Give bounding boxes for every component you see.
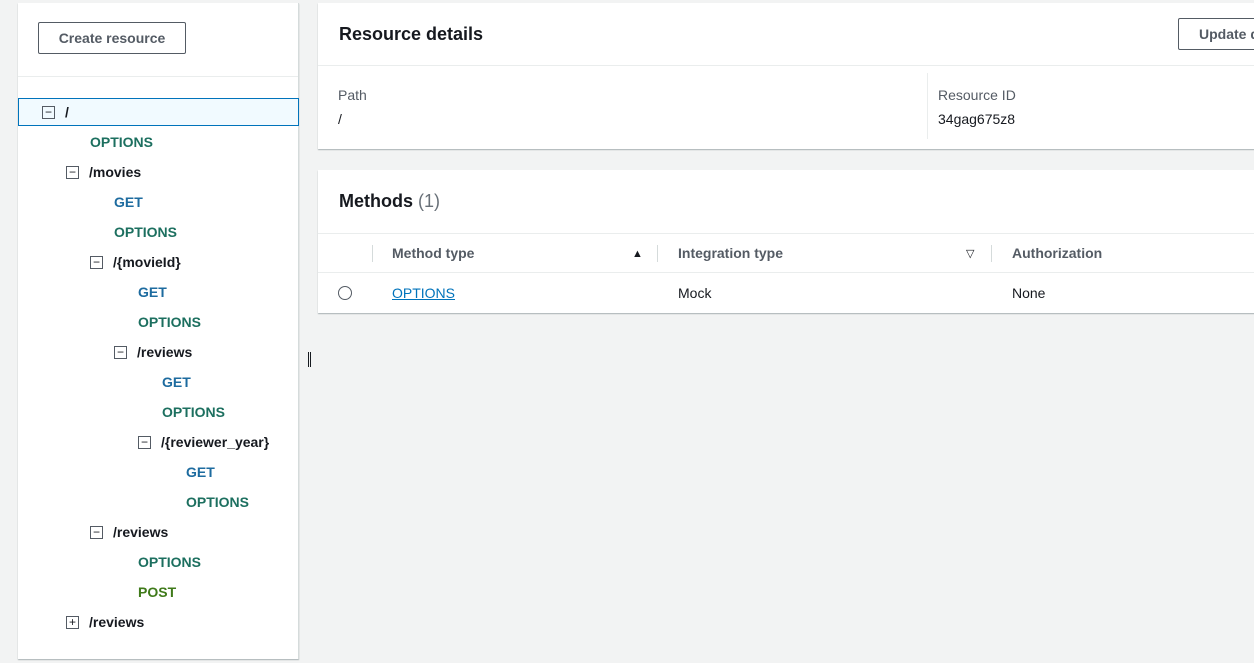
tree-method-10[interactable]: OPTIONS (162, 397, 225, 427)
collapse-icon[interactable]: − (90, 255, 103, 269)
tree-resource-label: /{movieId} (113, 254, 181, 270)
tree-resource-14[interactable]: −/reviews (90, 517, 168, 547)
tree-method-label: GET (162, 374, 191, 390)
collapse-icon[interactable]: − (138, 435, 151, 449)
tree-resource-label: / (65, 104, 69, 120)
tree-resource-5[interactable]: −/{movieId} (90, 247, 181, 277)
resource-tree-panel: Create resource − / OPTIONS −/movies GET OPTI… (18, 3, 311, 659)
tree-resource-label: /reviews (89, 614, 145, 630)
method-type-link[interactable]: OPTIONS (392, 285, 455, 301)
tree-resource-8[interactable]: −/reviews (114, 337, 192, 367)
tree-method-13[interactable]: OPTIONS (186, 487, 249, 517)
integration-type-cell: Mock (678, 285, 712, 301)
tree-method-label: OPTIONS (90, 134, 154, 150)
tree-method-4[interactable]: OPTIONS (114, 217, 177, 247)
collapse-icon[interactable]: − (66, 165, 79, 179)
collapse-icon[interactable]: − (114, 345, 127, 359)
resource-details-title: Resource details (339, 24, 484, 44)
tree-method-7[interactable]: OPTIONS (138, 307, 201, 337)
tree-method-3[interactable]: GET (114, 187, 143, 217)
tree-method-label: OPTIONS (138, 554, 202, 570)
tree-method-label: POST (138, 584, 177, 600)
collapse-icon[interactable]: − (90, 525, 103, 539)
create-resource-button[interactable]: Create resource (38, 22, 186, 54)
path-label: Path (338, 87, 367, 103)
column-header-integration-type[interactable]: Integration type (678, 245, 783, 261)
method-row-radio[interactable] (338, 286, 352, 300)
tree-resource-2[interactable]: −/movies (66, 157, 141, 187)
column-header-authorization[interactable]: Authorization (1012, 245, 1102, 261)
tree-method-9[interactable]: GET (162, 367, 191, 397)
tree-method-label: OPTIONS (138, 314, 202, 330)
tree-method-1[interactable]: OPTIONS (90, 127, 153, 157)
methods-count: (1) (418, 191, 441, 211)
column-separator (372, 245, 373, 262)
tree-resource-11[interactable]: −/{reviewer_year} (138, 427, 269, 457)
tree-resource-label: /reviews (137, 344, 193, 360)
tree-method-15[interactable]: OPTIONS (138, 547, 201, 577)
tree-resource-0[interactable]: − / (18, 98, 299, 126)
tree-method-12[interactable]: GET (186, 457, 215, 487)
tree-resource-label: /reviews (113, 524, 169, 540)
details-divider (927, 73, 928, 139)
methods-header: Methods (1) (318, 170, 1254, 233)
methods-card: Methods (1) Method type ▲ Integration ty… (318, 170, 1254, 313)
sort-icon[interactable]: ▽ (966, 247, 974, 260)
tree-resource-label: /{reviewer_year} (161, 434, 270, 450)
tree-method-label: OPTIONS (186, 494, 250, 510)
resource-id-label: Resource ID (938, 87, 1016, 103)
tree-method-label: GET (114, 194, 143, 210)
collapse-icon[interactable]: − (42, 105, 55, 119)
expand-icon[interactable]: + (66, 615, 79, 629)
tree-resource-17[interactable]: + /reviews (66, 607, 144, 637)
methods-title: Methods (1) (339, 191, 440, 212)
update-documentation-button[interactable]: Update d (1178, 18, 1254, 50)
methods-title-text: Methods (339, 191, 413, 211)
resource-details-card: Resource details Update d Path / Resourc… (318, 3, 1254, 149)
resource-details-header: Resource details Update d (318, 3, 1254, 66)
authorization-cell: None (1012, 285, 1046, 301)
path-value: / (338, 111, 342, 127)
panel-resize-handle[interactable] (308, 352, 311, 367)
column-separator (991, 245, 992, 262)
tree-method-label: OPTIONS (114, 224, 178, 240)
sort-ascending-icon[interactable]: ▲ (632, 248, 643, 260)
tree-resource-label: /movies (89, 164, 142, 180)
tree-method-label: GET (186, 464, 215, 480)
tree-method-6[interactable]: GET (138, 277, 167, 307)
tree-method-16[interactable]: POST (138, 577, 176, 607)
column-separator (657, 245, 658, 262)
tree-header: Create resource (18, 3, 298, 77)
tree-method-label: OPTIONS (162, 404, 226, 420)
column-header-method-type[interactable]: Method type (392, 245, 474, 261)
resource-id-value: 34gag675z8 (938, 111, 1016, 127)
tree-method-label: GET (138, 284, 167, 300)
